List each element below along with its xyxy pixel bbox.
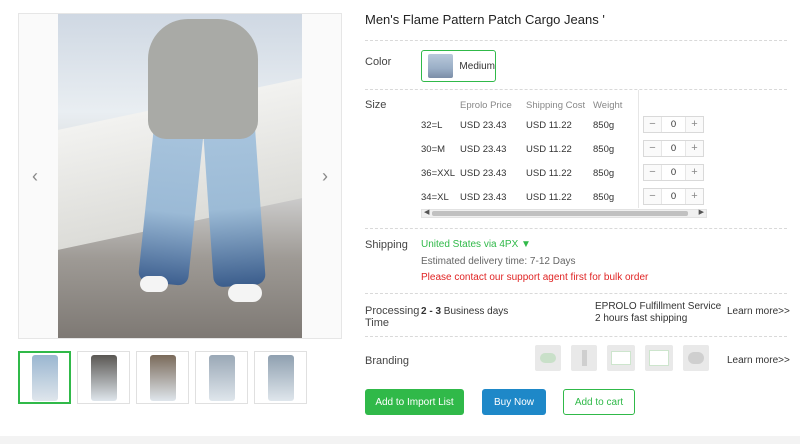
bulk-order-warning: Please contact our support agent first f… [421,272,649,283]
branding-sticker-icon[interactable] [683,345,709,371]
sticky-column-divider [638,90,639,208]
thumbnail-image [31,354,58,401]
minus-icon[interactable]: − [644,189,661,204]
table-horizontal-scrollbar[interactable]: ◀ ▶ [421,209,707,218]
shipping-label: Shipping [365,239,408,251]
size-value: 30=M [421,143,446,155]
branding-tag-icon[interactable] [571,345,597,371]
branding-bag-icon[interactable] [535,345,561,371]
buy-now-button[interactable]: Buy Now [482,389,546,415]
price-value: USD 23.43 [460,143,507,155]
size-value: 36=XXL [421,167,456,179]
shipping-value: USD 11.22 [526,191,572,203]
processing-days-range: 2 - 3 [421,306,442,317]
quantity-input[interactable]: 0 [661,117,686,132]
quantity-stepper: −0 + [643,188,704,205]
price-value: USD 23.43 [460,119,507,131]
minus-icon[interactable]: − [644,141,661,156]
scroll-left-icon[interactable]: ◀ [424,208,429,216]
branding-learn-more-link[interactable]: Learn more>> [727,355,790,366]
plus-icon[interactable]: + [686,141,703,156]
delivery-estimate: Estimated delivery time: 7-12 Days [421,256,576,267]
quantity-stepper: −0 + [643,140,704,157]
fulfillment-service-name: EPROLO Fulfillment Service [595,301,722,312]
thumbnail-5[interactable] [254,351,307,404]
thumbnail-4[interactable] [195,351,248,404]
chevron-right-icon[interactable]: › [315,164,335,188]
main-product-image[interactable]: ‹ › [18,13,342,339]
fulfillment-service: EPROLO Fulfillment Service 2 hours fast … [595,301,721,325]
minus-icon[interactable]: − [644,117,661,132]
size-table-header: Eprolo Price Shipping Cost Weight [421,97,709,113]
fulfillment-service-note: 2 hours fast shipping [595,313,688,324]
thumbnail-image [267,354,294,401]
quantity-stepper: −0 + [643,116,704,133]
product-page: ‹ › Men's Flame Pattern Patch Cargo Jean… [0,0,800,436]
photo-shoe-right [228,284,262,302]
photo-shoe-left [140,276,168,292]
price-value: USD 23.43 [460,167,507,179]
thumbnail-3[interactable] [136,351,189,404]
thumbnail-image [208,354,235,401]
weight-value: 850g [593,143,615,155]
thumbnail-1[interactable] [18,351,71,404]
processing-days-unit: Business days [441,306,509,317]
plus-icon[interactable]: + [686,189,703,204]
add-to-import-list-button[interactable]: Add to Import List [365,389,464,415]
product-title: Men's Flame Pattern Patch Cargo Jeans ' [365,12,605,27]
plus-icon[interactable]: + [686,117,703,132]
branding-card-icon[interactable] [607,345,635,371]
price-value: USD 23.43 [460,191,507,203]
size-label: Size [365,99,387,111]
shipping-value: USD 11.22 [526,119,572,131]
color-option-medium[interactable]: Medium [421,50,496,82]
processing-learn-more-link[interactable]: Learn more>> [727,306,790,317]
weight-value: 850g [593,191,615,203]
processing-label-line2: Time [365,317,390,329]
processing-label-line1: Processing [365,305,420,317]
shipping-value: USD 11.22 [526,167,572,179]
quantity-stepper: −0 + [643,164,704,181]
minus-icon[interactable]: − [644,165,661,180]
thumbnail-image [149,354,176,401]
shipping-value: USD 11.22 [526,143,572,155]
weight-value: 850g [593,167,615,179]
branding-label: Branding [365,355,410,367]
weight-value: 850g [593,119,615,131]
header-weight: Weight [593,99,623,111]
shipping-method-select[interactable]: United States via 4PX ▼ [421,239,531,250]
color-swatch-image [428,54,454,78]
scrollbar-thumb[interactable] [432,211,688,216]
branding-options [535,345,709,371]
header-shipping: Shipping Cost [526,99,586,111]
size-value: 32=L [421,119,443,131]
divider [365,293,787,294]
quantity-input[interactable]: 0 [661,189,686,204]
photo-hoodie [148,19,258,139]
thumbnail-strip [18,351,307,404]
divider [365,89,787,90]
thumbnail-image [90,354,117,401]
quantity-input[interactable]: 0 [661,165,686,180]
processing-days: 2 - 3 Business days [421,306,508,317]
size-value: 34=XL [421,191,449,203]
scroll-right-icon[interactable]: ▶ [699,208,704,216]
quantity-input[interactable]: 0 [661,141,686,156]
divider [365,228,787,229]
chevron-left-icon[interactable]: ‹ [25,164,45,188]
thumbnail-2[interactable] [77,351,130,404]
branding-box-icon[interactable] [645,345,673,371]
add-to-cart-button[interactable]: Add to cart [563,389,635,415]
divider [365,336,787,337]
plus-icon[interactable]: + [686,165,703,180]
processing-label: Processing Time [365,305,419,329]
product-photo [58,14,302,338]
header-price: Eprolo Price [460,99,512,111]
color-label: Color [365,56,392,68]
color-option-label: Medium [459,60,495,72]
divider [365,40,787,41]
